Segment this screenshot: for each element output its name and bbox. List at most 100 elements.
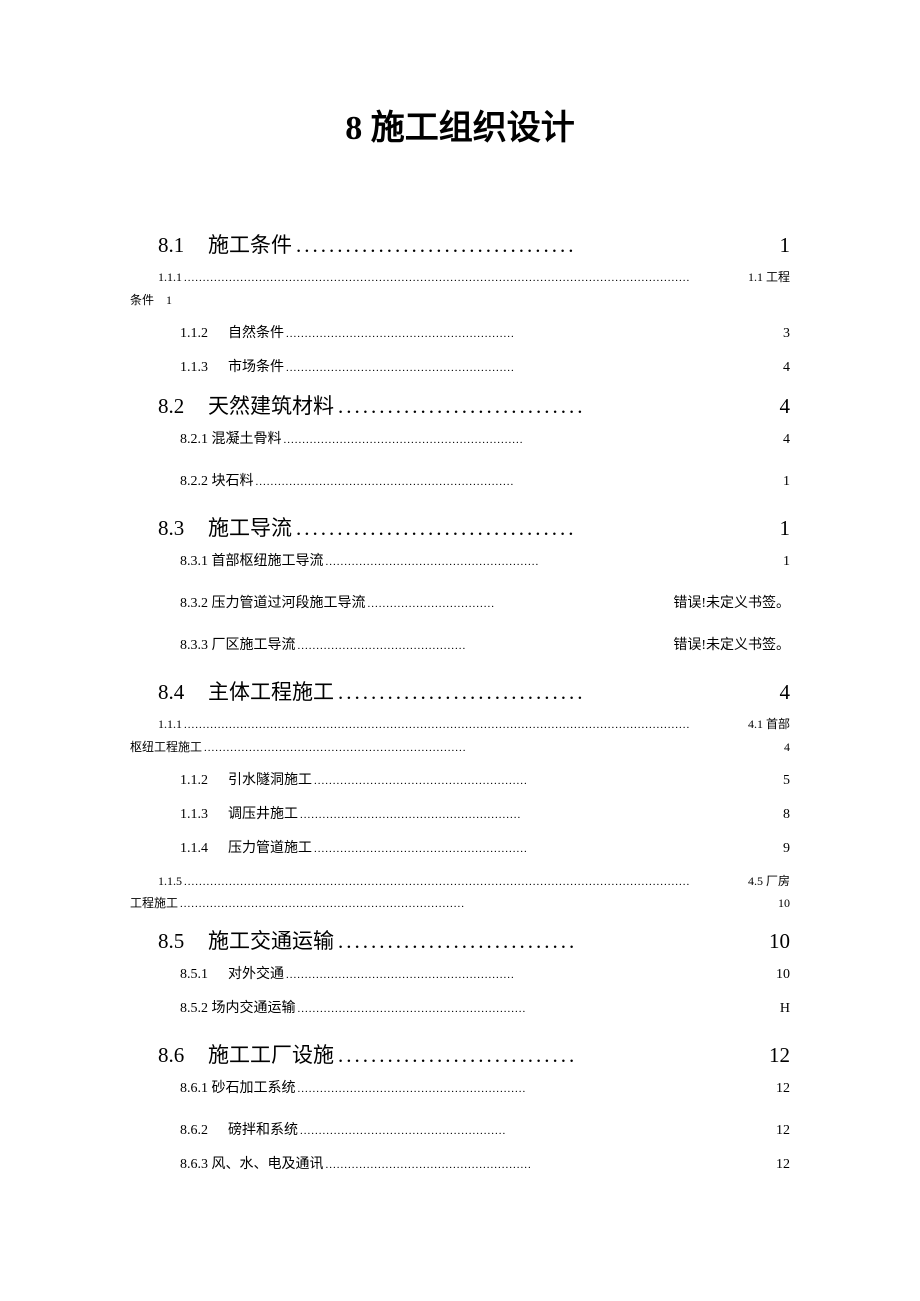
toc-entry-8-3: 8.3 施工导流 ...............................… [130,512,790,542]
toc-leader: .................................. [292,233,780,258]
toc-label: 自然条件 [208,322,284,342]
toc-page: 1 [780,233,791,258]
toc-number: 1.1.2 [130,326,208,342]
toc-leader: ........................................… [284,969,776,981]
toc-entry-8-6: 8.6 施工工厂设施 .............................… [130,1039,790,1069]
toc-page: 5 [783,773,790,789]
toc-label: 主体工程施工 [198,676,334,706]
toc-entry-1-1-1b: 1.1.1 ..................................… [130,714,790,736]
toc-entry-8-2-1: 8.2.1 混凝土骨料 ............................… [130,428,790,448]
toc-label: 条件 [130,291,154,308]
toc-page: 1 [780,516,791,541]
toc-leader: ........................................… [182,269,748,289]
toc-number: 1.1.2 [130,773,208,789]
toc-number: 8.2.2 块石料 [130,470,254,490]
toc-entry-8-2-2: 8.2.2 块石料 ..............................… [130,470,790,490]
toc-entry-8-3-1: 8.3.1 首部枢纽施工导流 .........................… [130,550,790,570]
toc-label: 调压井施工 [208,803,298,823]
toc-number: 8.1 [130,233,198,258]
toc-page: 10 [776,967,790,983]
toc-leader: ........................................… [324,1159,777,1171]
toc-page: 1 [154,293,172,308]
toc-label: 施工条件 [198,229,292,259]
toc-entry-1-1-3a: 1.1.3 市场条件 .............................… [130,356,790,376]
toc-entry-8-3-3: 8.3.3 厂区施工导流 ...........................… [130,634,790,654]
toc-number: 8.6.1 砂石加工系统 [130,1077,296,1097]
toc-entry-8-5: 8.5 施工交通运输 .............................… [130,925,790,955]
document-title: 8 施工组织设计 [130,100,790,149]
toc-number: 8.6.2 [130,1123,208,1139]
toc-page: 8 [783,807,790,823]
toc-label: 工程施工 [130,894,178,911]
toc-entry-8-6-2: 8.6.2 磅拌和系统 ............................… [130,1119,790,1139]
toc-entry-1-1-2a: 1.1.2 自然条件 .............................… [130,322,790,342]
toc-page: 12 [776,1157,790,1173]
toc-entry-8-6-1: 8.6.1 砂石加工系统 ...........................… [130,1077,790,1097]
toc-number: 8.4 [130,680,198,705]
toc-leader: ........................................… [312,775,783,787]
toc-leader: ........................................… [296,640,674,652]
toc-entry-1-1-5-cont: 工程施工 ...................................… [130,894,790,911]
toc-entry-1-1-2b: 1.1.2 引水隧洞施工 ...........................… [130,769,790,789]
toc-page: 错误!未定义书签。 [673,592,790,612]
toc-page: 1 [783,474,790,490]
toc-page: 4 [783,360,790,376]
toc-leader: ........................................… [298,1125,776,1137]
toc-page: 10 [769,929,790,954]
toc-number: 1.1.3 [130,360,208,376]
toc-leader: .................................. [366,598,674,610]
toc-number: 8.6.3 风、水、电及通讯 [130,1153,324,1173]
toc-label: 施工交通运输 [198,925,334,955]
toc-number: 8.2 [130,394,198,419]
toc-leader: ........................................… [298,809,783,821]
toc-label: 施工导流 [198,512,292,542]
toc-number: 8.3 [130,516,198,541]
toc-label: 天然建筑材料 [198,390,334,420]
toc-label: 压力管道施工 [208,837,312,857]
toc-suffix: 4.5 厂房 [748,871,790,893]
toc-entry-1-1-1a: 1.1.1 ..................................… [130,267,790,289]
toc-page: 10 [778,896,790,911]
toc-leader: ........................................… [178,898,778,910]
toc-number: 8.6 [130,1043,198,1068]
toc-label: 枢纽工程施工 [130,738,202,755]
toc-label: 施工工厂设施 [198,1039,334,1069]
toc-entry-1-1-1a-cont: 条件 1 [130,291,790,308]
toc-label: 市场条件 [208,356,284,376]
toc-entry-8-4: 8.4 主体工程施工 .............................… [130,676,790,706]
toc-leader: ........................................… [282,434,784,446]
toc-leader: ........................................… [296,1003,780,1015]
toc-page: 12 [776,1123,790,1139]
toc-leader: ........................................… [254,476,784,488]
toc-leader: ........................................… [312,843,783,855]
toc-leader: ............................. [334,929,769,954]
toc-leader: ........................................… [324,556,784,568]
toc-leader: ........................................… [202,742,784,754]
toc-number: 1.1.4 [130,841,208,857]
toc-entry-8-2: 8.2 天然建筑材料 .............................… [130,390,790,420]
toc-page: 1 [783,554,790,570]
toc-entry-1-1-3b: 1.1.3 调压井施工 ............................… [130,803,790,823]
toc-leader: ............................. [334,1043,769,1068]
toc-leader: .................................. [292,516,780,541]
toc-number: 8.3.3 厂区施工导流 [130,634,296,654]
toc-page: 9 [783,841,790,857]
toc-number: 1.1.5 [130,871,182,893]
toc-page: 4 [783,432,790,448]
toc-entry-8-5-2: 8.5.2 场内交通运输 ...........................… [130,997,790,1017]
toc-number: 1.1.3 [130,807,208,823]
toc-leader: ........................................… [296,1083,777,1095]
toc-leader: ........................................… [182,873,748,893]
toc-entry-1-1-4: 1.1.4 压力管道施工 ...........................… [130,837,790,857]
toc-label: 磅拌和系统 [208,1119,298,1139]
toc-number: 8.5.2 场内交通运输 [130,997,296,1017]
toc-number: 1.1.1 [130,714,182,736]
toc-page: 4 [780,394,791,419]
toc-leader: .............................. [334,394,780,419]
toc-page: 12 [776,1081,790,1097]
toc-leader: ........................................… [182,716,748,736]
toc-suffix: 4.1 首部 [748,714,790,736]
toc-leader: .............................. [334,680,780,705]
toc-entry-8-1: 8.1 施工条件 ...............................… [130,229,790,259]
toc-page: 12 [769,1043,790,1068]
